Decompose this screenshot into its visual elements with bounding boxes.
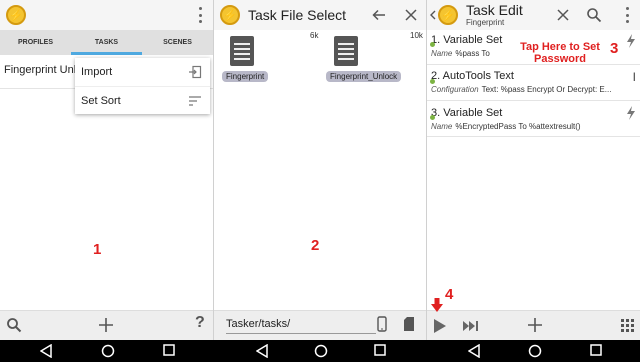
page-title: Task Edit: [466, 2, 523, 18]
overflow-menu-icon[interactable]: [199, 7, 203, 23]
lightning-icon: [627, 106, 635, 120]
file-size: 10k: [410, 31, 423, 40]
tab-tasks[interactable]: TASKS: [71, 30, 142, 55]
bottom-toolbar: [427, 310, 640, 340]
tap-here-annotation: Tap Here to Set Password: [513, 41, 607, 65]
import-icon: [189, 65, 202, 79]
tab-scenes[interactable]: SCENES: [142, 30, 213, 55]
tab-bar: PROFILES TASKS SCENES: [0, 30, 213, 55]
menu-item-import[interactable]: Import: [75, 58, 210, 86]
action-args: Configuration Text: %pass Encrypt Or Decr…: [431, 85, 636, 94]
tasker-app-icon: ⚡: [220, 5, 240, 25]
enabled-dot: [430, 42, 435, 47]
task-edit-screen: ⚡ Task Edit Fingerprint 1. Variable Set …: [426, 0, 640, 340]
action-args: Name %EncryptedPass To %attextresult(): [431, 122, 636, 131]
nav-home-icon[interactable]: [528, 344, 542, 358]
tasker-app-icon: ⚡: [6, 5, 26, 25]
task-file-select-screen: ⚡ Task File Select 6k Fingerprint 10k Fi…: [213, 0, 426, 340]
file-size: 6k: [310, 31, 319, 40]
annotation-number-3: 3: [610, 40, 619, 57]
back-chevron-icon[interactable]: [430, 10, 436, 20]
title-group: Task Edit Fingerprint: [458, 2, 523, 27]
tab-profiles[interactable]: PROFILES: [0, 30, 71, 55]
task-list-item[interactable]: Fingerprint Unlock: [4, 64, 79, 76]
arg-label: Name: [431, 122, 453, 131]
action-item[interactable]: 3. Variable Set Name %EncryptedPass To %a…: [431, 107, 636, 131]
action-title: 3. Variable Set: [431, 107, 636, 119]
action-name: AutoTools Text: [442, 70, 514, 82]
tasker-main-screen: ⚡ PROFILES TASKS SCENES Fingerprint Unlo…: [0, 0, 213, 340]
arg-label: Name: [431, 49, 453, 58]
add-icon[interactable]: [98, 317, 114, 333]
nav-home-icon[interactable]: [314, 344, 328, 358]
phone-icon[interactable]: [377, 316, 387, 332]
bottom-toolbar: ?: [0, 310, 213, 340]
sdcard-icon[interactable]: [404, 317, 414, 331]
overflow-menu-icon[interactable]: [626, 7, 630, 23]
action-title: 2. AutoTools Text: [431, 70, 636, 82]
down-arrow-annotation-icon: [431, 298, 443, 312]
app-bar: ⚡: [0, 0, 213, 30]
sort-icon: [189, 96, 201, 106]
lightning-icon: [627, 34, 635, 48]
nav-home-icon[interactable]: [101, 344, 115, 358]
file-name: Fingerprint_Unlock: [326, 71, 402, 82]
back-arrow-icon[interactable]: [372, 8, 386, 22]
enabled-dot: [430, 115, 435, 120]
android-nav-bar: [0, 340, 640, 362]
file-item-fingerprint[interactable]: Fingerprint: [222, 36, 302, 84]
page-subtitle: Fingerprint: [466, 18, 505, 27]
text-cursor-icon: I: [632, 70, 636, 84]
close-icon[interactable]: [556, 8, 570, 22]
document-icon: [334, 36, 358, 66]
nav-recents-icon[interactable]: [374, 344, 386, 356]
divider: [427, 136, 640, 137]
arg-value: %EncryptedPass To %attextresult(): [455, 122, 581, 131]
annotation-number-1: 1: [93, 241, 102, 258]
tasker-app-icon: ⚡: [438, 5, 458, 25]
action-name: Variable Set: [443, 107, 503, 119]
skip-forward-icon[interactable]: [463, 321, 479, 331]
help-icon[interactable]: ?: [195, 314, 205, 332]
arg-value: %pass To: [455, 49, 490, 58]
grid-icon[interactable]: [621, 319, 634, 332]
arg-label: Configuration: [431, 85, 479, 94]
arg-value: Text: %pass Encrypt Or Decrypt: E...: [481, 85, 612, 94]
input-underline: [226, 333, 376, 334]
nav-back-icon[interactable]: [40, 344, 52, 358]
search-icon[interactable]: [586, 7, 602, 23]
nav-recents-icon[interactable]: [163, 344, 175, 356]
annotation-number-4: 4: [445, 286, 454, 303]
app-bar: ⚡ Task File Select: [214, 0, 426, 30]
file-name: Fingerprint: [222, 71, 269, 82]
page-title: Task File Select: [248, 7, 347, 23]
enabled-dot: [430, 79, 435, 84]
divider: [427, 100, 640, 101]
menu-item-label: Set Sort: [81, 94, 121, 107]
document-icon: [230, 36, 254, 66]
file-item-fingerprint-unlock[interactable]: Fingerprint_Unlock: [326, 36, 406, 84]
add-icon[interactable]: [527, 317, 543, 333]
menu-item-set-sort[interactable]: Set Sort: [75, 86, 210, 114]
screenshot-stage: ⚡ PROFILES TASKS SCENES Fingerprint Unlo…: [0, 0, 640, 362]
annotation-number-2: 2: [311, 237, 320, 254]
close-icon[interactable]: [404, 8, 418, 22]
divider: [427, 64, 640, 65]
app-bar: ⚡ Task Edit Fingerprint: [427, 0, 640, 30]
search-icon[interactable]: [6, 317, 22, 333]
path-input[interactable]: Tasker/tasks/: [226, 318, 290, 330]
play-icon[interactable]: [433, 318, 447, 334]
action-name: Variable Set: [443, 34, 503, 46]
callout-text: Tap Here to Set Password: [520, 41, 600, 65]
menu-item-label: Import: [81, 66, 113, 78]
popup-menu: Import Set Sort: [75, 58, 210, 114]
action-item[interactable]: 2. AutoTools Text Configuration Text: %pa…: [431, 70, 636, 94]
nav-back-icon[interactable]: [468, 344, 480, 358]
nav-back-icon[interactable]: [256, 344, 268, 358]
nav-recents-icon[interactable]: [590, 344, 602, 356]
